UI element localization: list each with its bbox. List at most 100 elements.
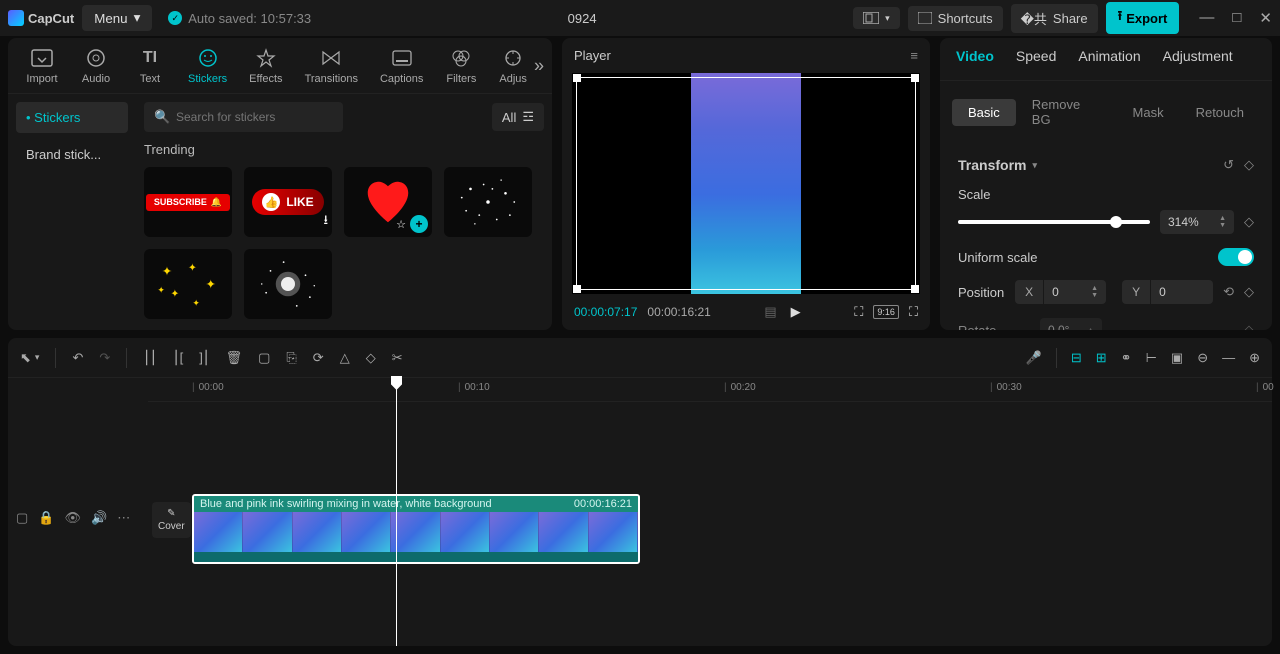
zoom-in-tool[interactable]: ⊕	[1249, 350, 1260, 366]
shortcuts-button[interactable]: Shortcuts	[908, 6, 1003, 31]
tab-effects[interactable]: Effects	[239, 43, 292, 89]
zoom-out-tool[interactable]: ⊖	[1197, 350, 1208, 366]
tab-stickers[interactable]: Stickers	[178, 43, 237, 89]
scale-slider[interactable]	[958, 220, 1150, 224]
tab-transitions[interactable]: Transitions	[295, 43, 368, 89]
sticker-like[interactable]: 👍LIKE ⭳	[244, 167, 332, 237]
rotate-tool[interactable]: ◇	[366, 350, 376, 366]
sticker-subscribe[interactable]: SUBSCRIBE🔔	[144, 167, 232, 237]
inspector-tab-adjustment[interactable]: Adjustment	[1163, 48, 1233, 70]
chevron-down-icon: ▾	[134, 10, 141, 26]
export-button[interactable]: ⭱ Export	[1106, 2, 1180, 34]
play-button[interactable]: ▶	[791, 304, 801, 320]
project-title[interactable]: 0924	[319, 11, 845, 26]
subtab-mask[interactable]: Mask	[1117, 99, 1180, 126]
resize-handle-bl[interactable]	[573, 285, 581, 293]
trim-right-tool[interactable]: ]⎮	[199, 350, 209, 366]
keyframe-icon[interactable]: ◇	[1244, 214, 1254, 230]
crop-tool[interactable]: ✂	[392, 350, 403, 366]
speed-tool[interactable]: ⟳	[313, 350, 324, 366]
player-viewport[interactable]	[572, 73, 920, 294]
sticker-sparkle-gold[interactable]: ✦✦✦✦✦✦	[144, 249, 232, 319]
add-icon[interactable]: +	[410, 215, 428, 233]
chevron-down-icon[interactable]: ▾	[1032, 160, 1037, 171]
position-y-field[interactable]: 0	[1151, 280, 1213, 304]
sticker-sparkle-burst[interactable]	[244, 249, 332, 319]
playhead[interactable]	[396, 378, 397, 646]
align-tool[interactable]: ⊢	[1146, 350, 1157, 366]
split-tool[interactable]: ⎮⎮	[143, 350, 157, 366]
aspect-ratio-button[interactable]: ▾	[853, 7, 900, 29]
filter-button[interactable]: All ☲	[492, 103, 544, 131]
position-x-field[interactable]: 0 ▲▼	[1044, 280, 1106, 304]
copy-tool[interactable]: ⎘	[286, 350, 296, 366]
keyframe-icon[interactable]: ◇	[1244, 284, 1254, 300]
timeline-ruler[interactable]: 00:00 00:10 00:20 00:30 00	[148, 378, 1272, 402]
reset-icon[interactable]: ↺	[1223, 157, 1234, 173]
download-icon[interactable]: ⭳	[323, 211, 328, 233]
slider-thumb[interactable]	[1110, 216, 1122, 228]
inspector-tab-video[interactable]: Video	[956, 48, 994, 70]
tab-audio[interactable]: Audio	[70, 43, 122, 89]
inspector-tab-speed[interactable]: Speed	[1016, 48, 1056, 70]
selection-frame[interactable]	[576, 77, 916, 290]
trim-left-tool[interactable]: ⎮[	[173, 350, 183, 366]
redo-button[interactable]: ↷	[99, 350, 110, 366]
tab-text[interactable]: TI Text	[124, 43, 176, 89]
subtab-basic[interactable]: Basic	[952, 99, 1016, 126]
zoom-slider[interactable]: —	[1222, 350, 1235, 365]
subtab-retouch[interactable]: Retouch	[1180, 99, 1260, 126]
tab-captions[interactable]: Captions	[370, 43, 433, 89]
timeline-tracks[interactable]: Blue and pink ink swirling mixing in wat…	[148, 402, 1272, 646]
resize-handle-br[interactable]	[911, 285, 919, 293]
fullscreen-icon[interactable]: ⛶	[909, 304, 918, 320]
resize-handle-tr[interactable]	[911, 74, 919, 82]
link-tool[interactable]: ⚭	[1121, 350, 1132, 366]
share-button[interactable]: �共 Share	[1011, 4, 1098, 33]
delete-tool[interactable]: 🗑	[226, 350, 243, 366]
mirror-tool[interactable]: △	[340, 350, 350, 366]
tab-import[interactable]: Import	[16, 43, 68, 89]
sidebar-item-brand[interactable]: Brand stick...	[16, 139, 128, 170]
more-icon[interactable]: ⋯	[117, 510, 130, 526]
maximize-button[interactable]: □	[1232, 9, 1241, 27]
mic-button[interactable]: 🎤	[1026, 350, 1042, 366]
sidebar-item-stickers[interactable]: • Stickers	[16, 102, 128, 133]
sticker-heart[interactable]: ☆ +	[344, 167, 432, 237]
scale-value-field[interactable]: 314% ▲▼	[1160, 210, 1234, 234]
more-tabs-button[interactable]: »	[534, 55, 544, 76]
mute-icon[interactable]: 🔊	[91, 510, 107, 526]
preview-tool[interactable]: ▣	[1171, 350, 1183, 366]
video-clip[interactable]: Blue and pink ink swirling mixing in wat…	[192, 494, 640, 564]
ratio-badge[interactable]: 9:16	[873, 305, 899, 319]
track-toggle-icon[interactable]: ▢	[16, 510, 28, 526]
rotate-field[interactable]: 0.0° ▲	[1040, 318, 1102, 330]
subtab-removebg[interactable]: Remove BG	[1016, 91, 1117, 133]
inspector-tab-animation[interactable]: Animation	[1078, 48, 1140, 70]
link-icon[interactable]: ⟲	[1223, 284, 1234, 300]
tab-filters[interactable]: Filters	[435, 43, 487, 89]
eye-icon[interactable]: 👁	[64, 510, 81, 526]
shield-tool[interactable]: ▢	[258, 350, 270, 366]
scale-icon[interactable]: ⛶	[854, 304, 863, 320]
magnet-tool[interactable]: ⊟	[1071, 350, 1082, 366]
minimize-button[interactable]: —	[1199, 9, 1214, 27]
player-menu-button[interactable]: ≡	[910, 48, 918, 63]
search-input[interactable]	[144, 102, 343, 132]
stickers-icon	[196, 47, 220, 69]
pointer-tool[interactable]: ⬉ ▾	[20, 350, 39, 366]
text-icon: TI	[138, 47, 162, 69]
compare-icon[interactable]: ▤	[764, 304, 776, 320]
uniform-scale-toggle[interactable]	[1218, 248, 1254, 266]
undo-button[interactable]: ↶	[72, 350, 83, 366]
resize-handle-tl[interactable]	[573, 74, 581, 82]
keyframe-icon[interactable]: ◇	[1244, 157, 1254, 173]
menu-button[interactable]: Menu ▾	[82, 5, 152, 31]
chevron-down-icon: ▾	[885, 13, 890, 24]
snap-tool[interactable]: ⊞	[1096, 350, 1107, 366]
keyframe-icon[interactable]: ◇	[1244, 322, 1254, 330]
lock-icon[interactable]: 🔒	[38, 510, 54, 526]
sticker-sparkle-white[interactable]	[444, 167, 532, 237]
close-button[interactable]: ✕	[1259, 9, 1272, 27]
tab-adjustment[interactable]: Adjus	[489, 43, 537, 89]
